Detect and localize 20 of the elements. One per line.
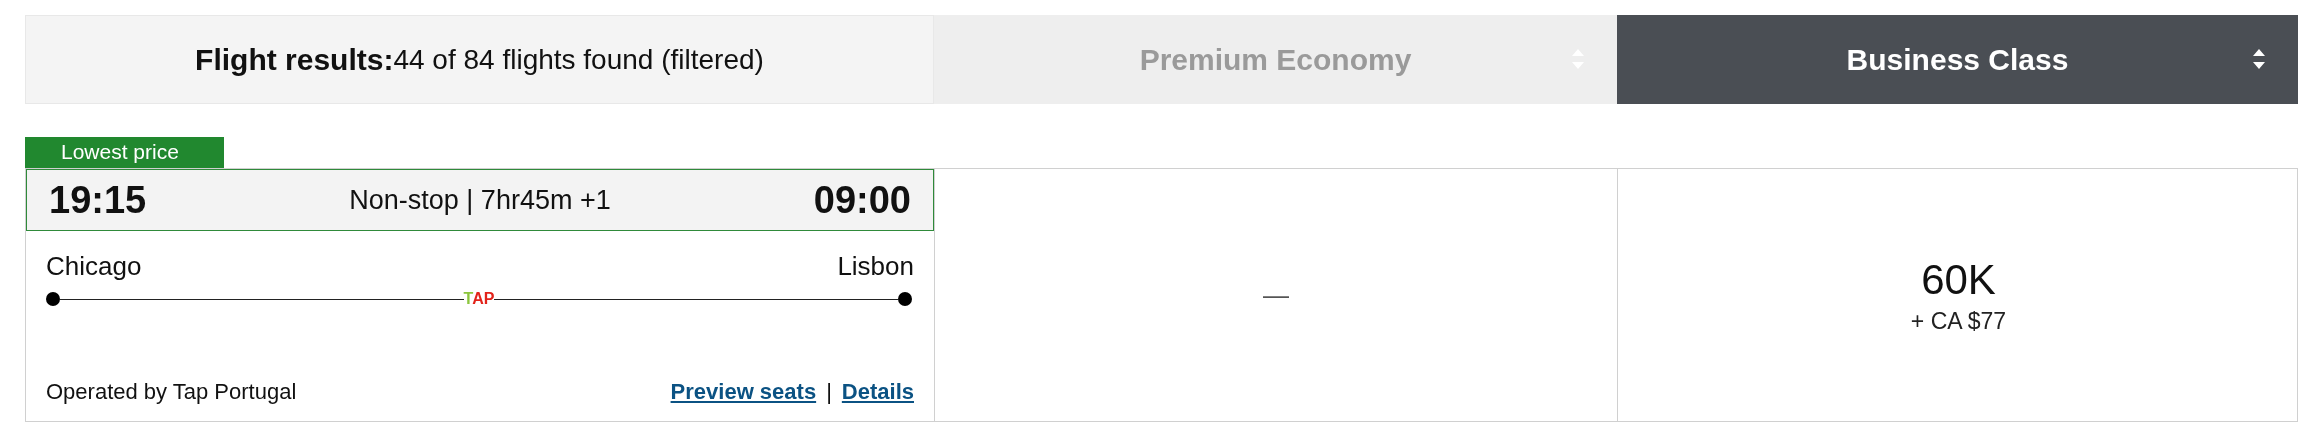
results-title: Flight results: <box>195 42 394 77</box>
departure-time: 19:15 <box>49 178 147 222</box>
sort-icon <box>2252 47 2266 71</box>
airline-logo: TAP <box>463 290 495 308</box>
preview-seats-link[interactable]: Preview seats <box>670 379 817 405</box>
origin-dot <box>46 292 60 306</box>
origin-city: Chicago <box>46 251 142 282</box>
flight-info: Non-stop | 7hr45m +1 <box>349 184 611 216</box>
destination-city: Lisbon <box>837 251 914 282</box>
results-summary: 44 of 84 flights found (filtered) <box>393 43 764 76</box>
cabin-column-header[interactable]: Business Class <box>1617 15 2298 104</box>
unavailable-fare: — <box>1263 279 1289 311</box>
fare-taxes: + CA $77 <box>1910 307 2007 335</box>
operator-text: Operated by Tap Portugal <box>46 379 297 405</box>
destination-dot <box>898 292 912 306</box>
arrival-time: 09:00 <box>813 178 911 222</box>
fare-points: 60K <box>1921 255 1996 304</box>
link-separator: | <box>826 379 832 405</box>
details-link[interactable]: Details <box>841 379 914 405</box>
lowest-price-badge: Lowest price <box>25 137 224 168</box>
